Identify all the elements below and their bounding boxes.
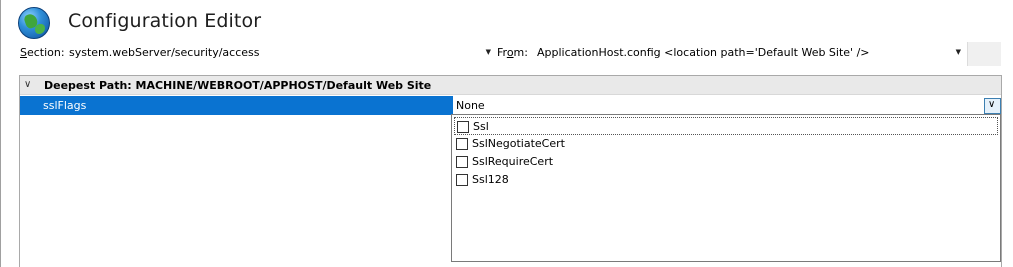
checkbox[interactable] [457,121,469,133]
globe-icon [18,7,50,39]
section-combobox[interactable]: system.webServer/security/access ▼ [65,42,495,64]
checkbox[interactable] [456,138,468,150]
section-label: Section: [20,46,65,59]
from-combobox[interactable]: ApplicationHost.config <location path='D… [533,42,965,64]
group-header-label: Deepest Path: MACHINE/WEBROOT/APPHOST/De… [44,79,432,92]
property-name[interactable]: sslFlags [20,96,453,115]
from-dropdown-arrow-icon[interactable]: ▼ [956,48,961,56]
table-row[interactable]: sslFlags None [20,96,1001,115]
list-item[interactable]: SslNegotiateCert [454,135,1000,153]
group-header[interactable]: ∨ Deepest Path: MACHINE/WEBROOT/APPHOST/… [20,76,1001,95]
list-item[interactable]: SslRequireCert [454,153,1000,171]
option-label: Ssl128 [472,173,509,186]
list-item[interactable]: Ssl128 [454,171,1000,189]
configuration-editor-panel: Configuration Editor Section: system.web… [0,0,1013,267]
option-label: SslRequireCert [472,155,554,168]
section-dropdown-arrow-icon[interactable]: ▼ [486,48,491,56]
option-label: Ssl [473,120,489,133]
page-title: Configuration Editor [68,10,262,32]
flags-dropdown-list: Ssl SslNegotiateCert SslRequireCert Ssl1… [451,114,1001,262]
chevron-down-icon[interactable]: ∨ [24,79,31,90]
from-value: ApplicationHost.config <location path='D… [537,46,870,59]
chevron-down-icon: ∨ [988,99,996,110]
option-label: SslNegotiateCert [472,137,565,150]
value-dropdown-button[interactable]: ∨ [984,98,1001,114]
from-label: From: [497,46,528,59]
checkbox[interactable] [456,174,468,186]
section-value: system.webServer/security/access [69,46,260,59]
from-combobox-tail [967,42,1001,66]
list-item[interactable]: Ssl [454,117,998,135]
property-value[interactable]: None [453,96,1001,115]
checkbox[interactable] [456,156,468,168]
